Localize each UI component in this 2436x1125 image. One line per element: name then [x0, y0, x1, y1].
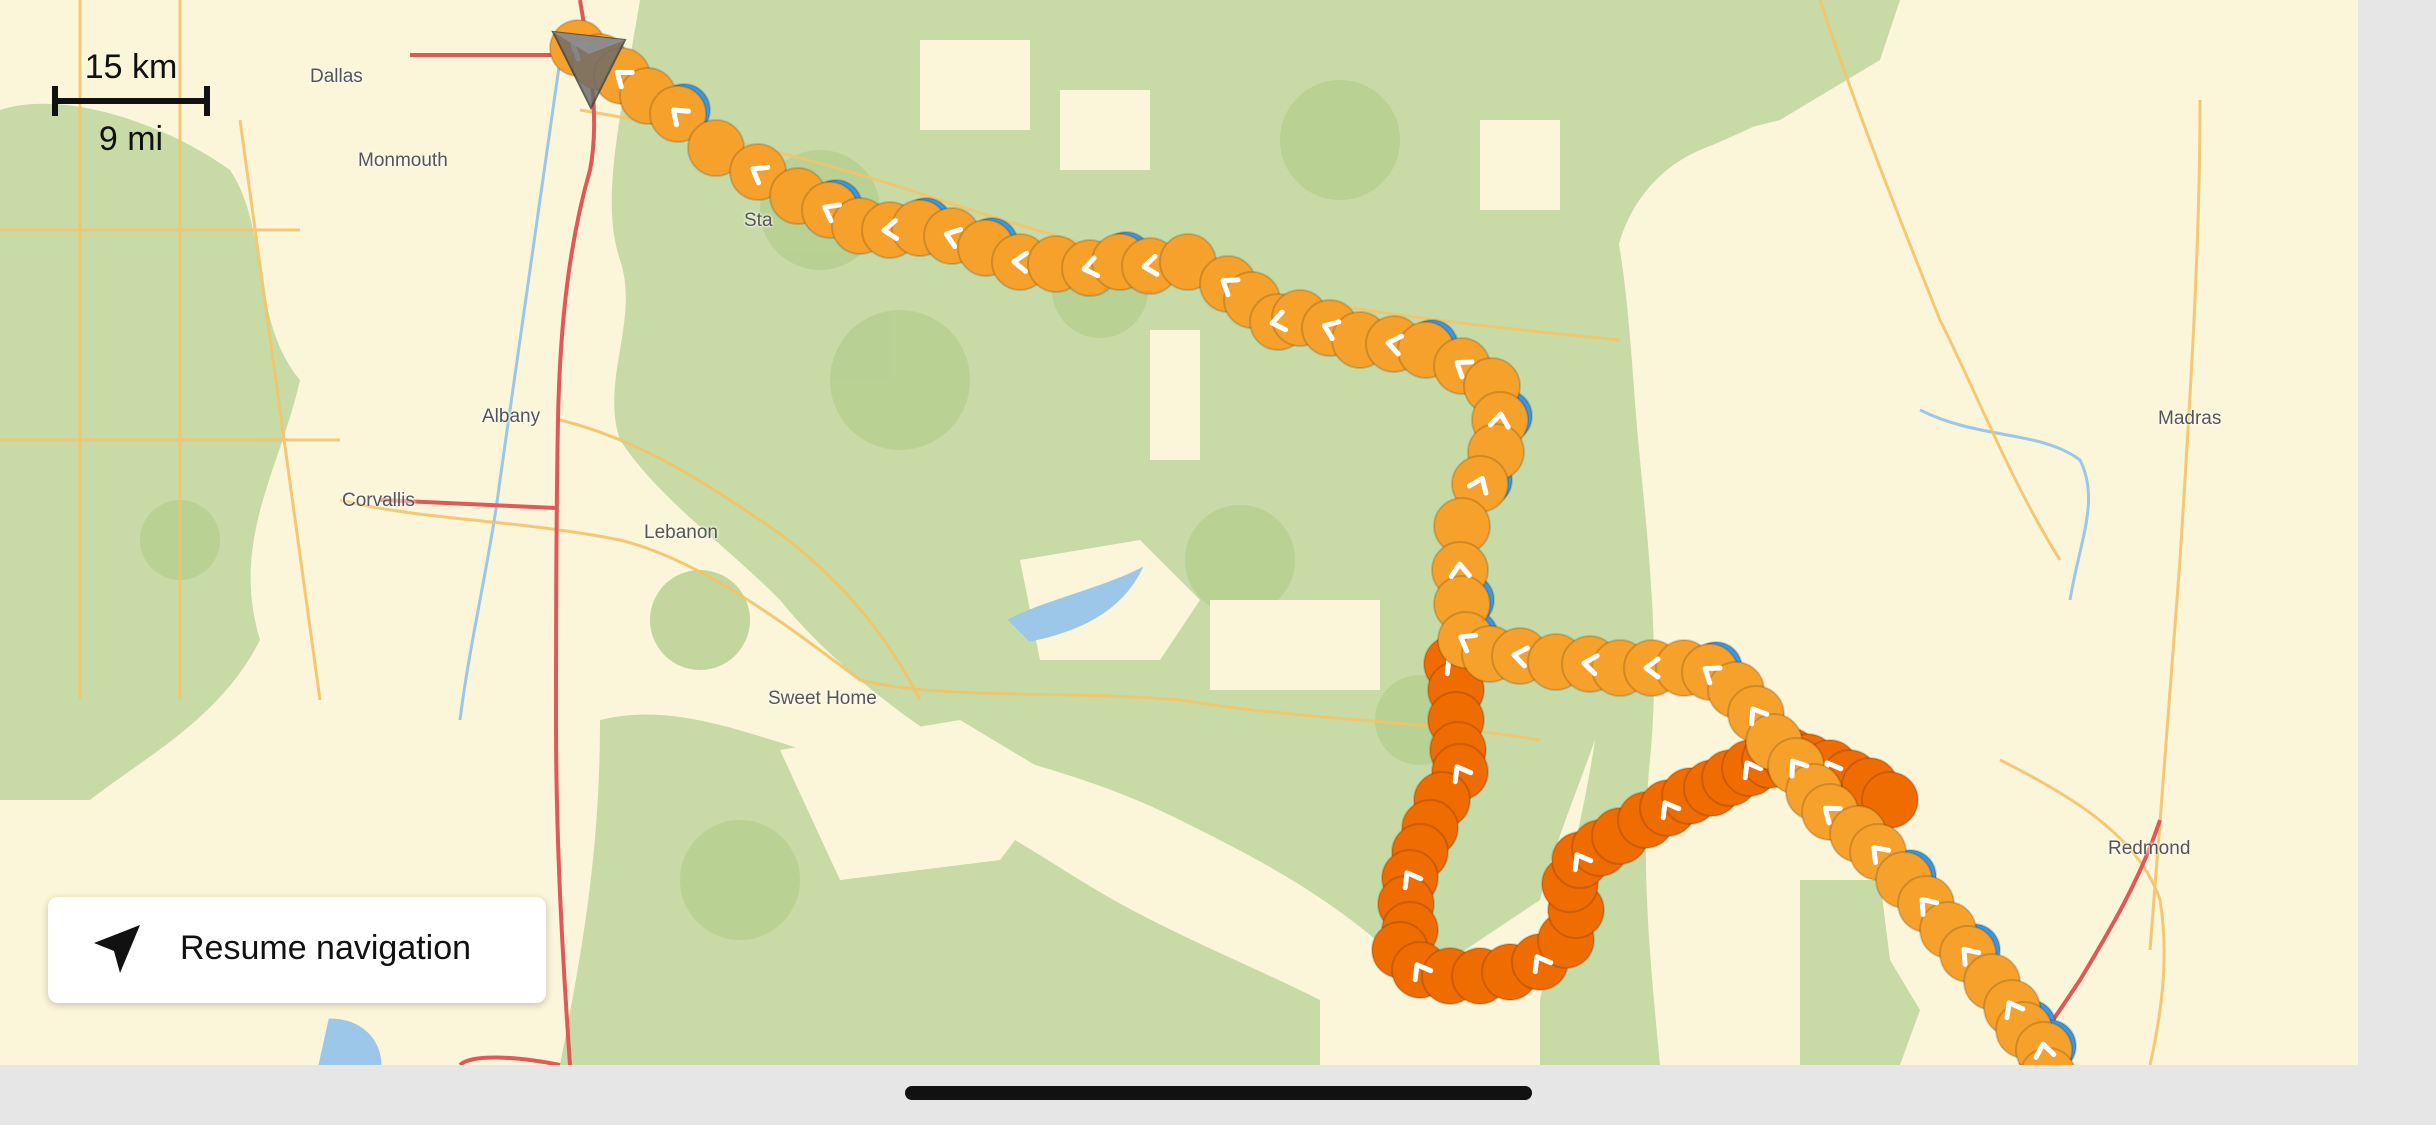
- place-label-corvallis: Corvallis: [342, 490, 415, 511]
- place-label-lebanon: Lebanon: [644, 522, 718, 543]
- navigation-arrow-icon: [94, 925, 140, 973]
- place-label-sweet-home: Sweet Home: [768, 688, 877, 709]
- scale-bar-line: [52, 98, 210, 104]
- resume-navigation-button[interactable]: Resume navigation: [48, 897, 546, 1003]
- right-edge-strip: [2358, 0, 2436, 1125]
- home-indicator[interactable]: [905, 1086, 1532, 1100]
- scale-bar-right-tick: [204, 86, 210, 116]
- place-label-stayton-partial: Sta: [744, 210, 773, 231]
- place-label-redmond: Redmond: [2108, 838, 2191, 859]
- place-label-madras: Madras: [2158, 408, 2222, 429]
- scale-metric-label: 15 km: [84, 48, 178, 86]
- map-scale: 15 km 9 mi: [50, 48, 220, 158]
- scale-bar-left-tick: [52, 86, 58, 116]
- place-label-dallas: Dallas: [310, 66, 363, 87]
- place-label-albany: Albany: [482, 406, 541, 427]
- place-label-monmouth: Monmouth: [358, 150, 448, 171]
- map-screen: Dallas Monmouth Albany Corvallis Lebanon…: [0, 0, 2436, 1125]
- scale-imperial-label: 9 mi: [98, 120, 164, 158]
- resume-navigation-label: Resume navigation: [180, 929, 472, 967]
